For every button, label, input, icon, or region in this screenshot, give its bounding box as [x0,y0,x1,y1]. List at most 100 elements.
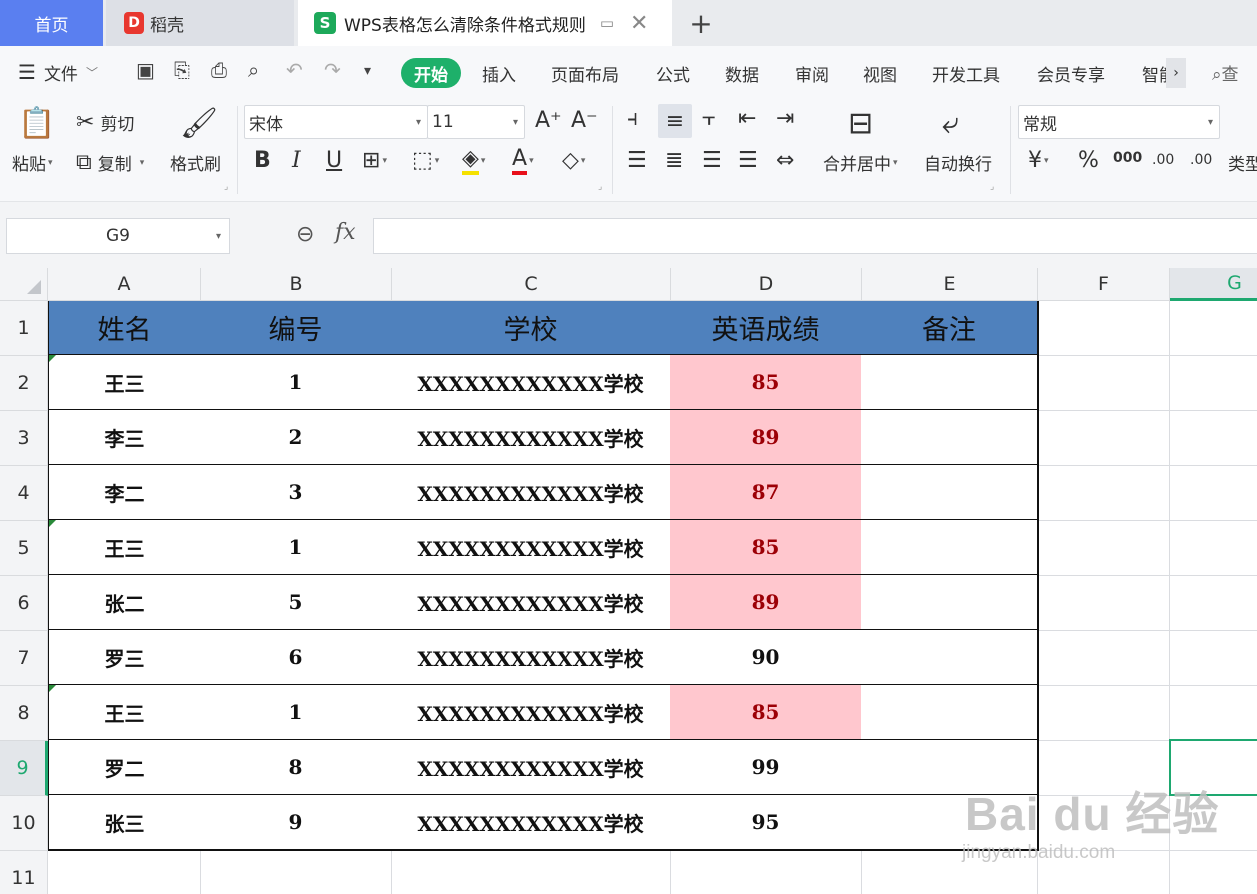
cell-e5[interactable] [861,520,1039,576]
quick-access-more-icon[interactable]: ▾ [364,63,371,79]
cell-d8[interactable]: 85 [670,685,863,741]
cell-b3[interactable]: 2 [200,410,393,466]
cell-c6[interactable]: XXXXXXXXXXXX学校 [391,575,672,631]
menu-tab-data[interactable]: 数据 [725,61,759,86]
insert-function-icon[interactable]: fx [335,220,356,245]
cell-e4[interactable] [861,465,1039,521]
paste-button[interactable]: 粘贴 ▾ [12,150,53,175]
cell-e8[interactable] [861,685,1039,741]
align-middle-icon[interactable]: ≡ [658,104,692,138]
italic-icon[interactable]: I [292,148,301,173]
cell-d6[interactable]: 89 [670,575,863,631]
cell-d7[interactable]: 90 [670,630,863,686]
file-menu[interactable]: ☰ 文件 ﹀ [18,60,98,85]
menu-tab-view[interactable]: 视图 [863,61,897,86]
cell-d9[interactable]: 99 [670,740,863,796]
cell-c1[interactable]: 学校 [391,301,672,356]
redo-icon[interactable]: ↷ [324,58,341,82]
copy-button[interactable]: ⧉ 复制 ▾ [76,150,144,175]
cell-d1[interactable]: 英语成绩 [670,301,863,356]
justify-icon[interactable]: ☰ [738,148,758,173]
wrap-text-icon[interactable]: ⤶ [942,106,959,141]
formula-input[interactable] [373,218,1257,254]
currency-button[interactable]: ¥ ▾ [1028,148,1049,173]
thousands-separator-icon[interactable]: 000 [1113,150,1142,166]
underline-icon[interactable]: U [326,148,342,173]
cell-c3[interactable]: XXXXXXXXXXXX学校 [391,410,672,466]
cell-c4[interactable]: XXXXXXXXXXXX学校 [391,465,672,521]
cell-d2[interactable]: 85 [670,355,863,411]
row-header-6[interactable]: 6 [0,576,48,631]
cell-d10[interactable]: 95 [670,795,863,851]
column-header-a[interactable]: A [48,268,201,301]
cell-b5[interactable]: 1 [200,520,393,576]
cut-button[interactable]: ✂ 剪切 [76,110,134,135]
menu-tab-insert[interactable]: 插入 [482,61,516,86]
cell-d3[interactable]: 89 [670,410,863,466]
menu-tab-smart[interactable]: 智能 [1142,61,1166,86]
cell-a10[interactable]: 张三 [48,795,202,851]
font-color-icon[interactable]: A ▾ [512,146,534,175]
row-header-4[interactable]: 4 [0,466,48,521]
align-left-icon[interactable]: ☰ [627,148,647,173]
increase-decimal-icon[interactable]: .00 [1152,152,1174,168]
cell-a3[interactable]: 李三 [48,410,202,466]
cell-b2[interactable]: 1 [200,355,393,411]
cell-e3[interactable] [861,410,1039,466]
row-header-9[interactable]: 9 [0,741,48,796]
row-header-10[interactable]: 10 [0,796,48,851]
borders-icon[interactable]: ⊞ ▾ [362,148,387,173]
cell-a4[interactable]: 李二 [48,465,202,521]
column-header-e[interactable]: E [862,268,1038,301]
bold-icon[interactable]: B [254,148,271,173]
type-label[interactable]: 类型 [1228,150,1257,175]
fill-color-icon[interactable]: ◈ ▾ [462,146,485,175]
tab-daoke[interactable]: D 稻壳 [106,0,294,46]
column-header-f[interactable]: F [1038,268,1170,301]
cell-b7[interactable]: 6 [200,630,393,686]
cell-c5[interactable]: XXXXXXXXXXXX学校 [391,520,672,576]
percent-icon[interactable]: % [1078,148,1099,173]
menu-scroll-right-button[interactable]: › [1166,58,1186,88]
cell-b8[interactable]: 1 [200,685,393,741]
alignment-launcher-icon[interactable]: ⌟ [990,182,994,192]
print-preview-icon[interactable]: ⌕ [248,58,259,82]
clear-format-icon[interactable]: ◇ ▾ [562,148,585,173]
decrease-font-icon[interactable]: A⁻ [571,108,598,133]
cell-c7[interactable]: XXXXXXXXXXXX学校 [391,630,672,686]
cell-a8[interactable]: 王三 [48,685,202,741]
save-icon[interactable]: ▣ [136,58,155,82]
pin-icon[interactable]: ▭ [600,14,614,32]
cell-c10[interactable]: XXXXXXXXXXXX学校 [391,795,672,851]
cell-e7[interactable] [861,630,1039,686]
increase-indent-icon[interactable]: ⇥ [776,106,794,131]
tab-document[interactable]: S WPS表格怎么清除条件格式规则 ▭ ✕ [298,0,672,46]
cell-style-icon[interactable]: ⬚ ▾ [412,148,439,173]
column-header-d[interactable]: D [671,268,862,301]
cell-e2[interactable] [861,355,1039,411]
number-format-combo[interactable]: 常规 ▾ [1018,105,1220,139]
menu-tab-home[interactable]: 开始 [401,58,461,88]
cell-d4[interactable]: 87 [670,465,863,521]
cell-a5[interactable]: 王三 [48,520,202,576]
menu-tab-formulas[interactable]: 公式 [656,61,690,86]
tab-home[interactable]: 首页 [0,0,103,46]
row-header-1[interactable]: 1 [0,301,48,356]
decrease-decimal-icon[interactable]: .00 [1190,152,1212,168]
align-bottom-icon[interactable]: ⫟ [702,106,715,131]
row-header-7[interactable]: 7 [0,631,48,686]
menu-tab-page-layout[interactable]: 页面布局 [551,61,619,86]
row-header-5[interactable]: 5 [0,521,48,576]
cell-b1[interactable]: 编号 [200,301,393,356]
column-header-g[interactable]: G [1170,268,1257,301]
cell-b4[interactable]: 3 [200,465,393,521]
clipboard-launcher-icon[interactable]: ⌟ [224,182,228,192]
cell-b10[interactable]: 9 [200,795,393,851]
cell-c2[interactable]: XXXXXXXXXXXX学校 [391,355,672,411]
merge-center-button[interactable]: 合并居中 ▾ [823,150,898,175]
search-command[interactable]: ⌕查 [1212,60,1239,85]
export-pdf-icon[interactable]: ⎘ [174,58,190,82]
zoom-icon[interactable]: ⊖ [296,222,314,247]
row-header-11[interactable]: 11 [0,851,48,894]
print-icon[interactable]: ⎙ [211,58,227,82]
